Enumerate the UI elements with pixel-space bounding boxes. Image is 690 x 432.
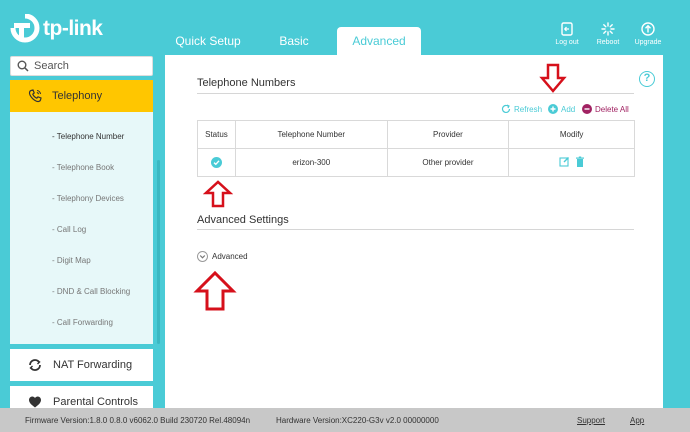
logout-label: Log out	[555, 39, 579, 46]
help-button[interactable]: ?	[639, 71, 655, 87]
sidebar-item-nat-forwarding[interactable]: NAT Forwarding	[10, 349, 153, 381]
sidebar-item-telephony-label: Telephony	[52, 90, 103, 102]
submenu-digit-map[interactable]: - Digit Map	[52, 256, 91, 265]
delete-all-button[interactable]: Delete All	[582, 103, 629, 115]
refresh-button[interactable]: Refresh	[501, 103, 542, 115]
status-cell	[197, 148, 236, 177]
submenu-telephone-book[interactable]: - Telephone Book	[52, 163, 114, 172]
advanced-toggle[interactable]: Advanced	[197, 251, 248, 262]
trash-icon[interactable]	[575, 156, 585, 167]
section-divider	[197, 229, 634, 230]
upgrade-button[interactable]: Upgrade	[634, 22, 662, 46]
support-link[interactable]: Support	[577, 416, 605, 425]
top-actions: Log out Reboot Upgrade	[552, 22, 662, 46]
delete-all-icon	[582, 104, 592, 114]
add-button[interactable]: Add	[548, 103, 575, 115]
telephone-numbers-title: Telephone Numbers	[197, 77, 296, 89]
column-header-status: Status	[197, 120, 236, 149]
table-header-row: Status Telephone Number Provider Modify	[197, 120, 635, 149]
sidebar-item-parental-controls-label: Parental Controls	[53, 396, 138, 408]
telephone-number-cell: erizon-300	[234, 148, 388, 177]
column-header-telephone-number: Telephone Number	[234, 120, 388, 149]
parental-controls-icon	[29, 396, 41, 408]
firmware-version: Firmware Version:1.8.0 0.8.0 v6062.0 Bui…	[25, 416, 251, 425]
reboot-button[interactable]: Reboot	[594, 22, 622, 46]
submenu-call-log[interactable]: - Call Log	[52, 225, 86, 234]
annotation-arrow-up-icon	[203, 180, 233, 208]
column-header-modify: Modify	[508, 120, 635, 149]
advanced-toggle-label: Advanced	[212, 252, 248, 261]
tab-quick-setup[interactable]: Quick Setup	[165, 27, 251, 55]
sidebar-item-nat-forwarding-label: NAT Forwarding	[53, 359, 133, 371]
brand-logo: tp-link	[10, 13, 103, 44]
add-icon	[548, 104, 558, 114]
logout-icon	[561, 22, 573, 36]
annotation-arrow-up-icon	[193, 270, 237, 311]
search-box[interactable]	[10, 56, 153, 76]
tab-basic[interactable]: Basic	[251, 27, 337, 55]
status-enabled-icon[interactable]	[210, 157, 222, 168]
search-icon	[17, 60, 29, 72]
tp-link-logo-icon	[10, 13, 40, 44]
app-link[interactable]: App	[630, 416, 644, 425]
sidebar-scrollbar-thumb[interactable]	[157, 160, 160, 344]
reboot-label: Reboot	[596, 39, 620, 46]
logout-button[interactable]: Log out	[552, 22, 582, 46]
hardware-version: Hardware Version:XC220-G3v v2.0 00000000	[276, 416, 439, 425]
tab-advanced[interactable]: Advanced	[337, 27, 421, 55]
annotation-arrow-down-icon	[539, 63, 567, 93]
main-tabs: Quick Setup Basic Advanced	[165, 27, 421, 55]
telephony-submenu: - Telephone Number - Telephone Book - Te…	[10, 112, 153, 344]
reboot-icon	[601, 22, 615, 36]
modify-cell	[508, 148, 635, 177]
footer-bar: Firmware Version:1.8.0 0.8.0 v6062.0 Bui…	[0, 408, 690, 432]
chevron-down-icon	[197, 251, 208, 262]
submenu-call-forwarding[interactable]: - Call Forwarding	[52, 318, 113, 327]
upgrade-label: Upgrade	[634, 39, 662, 46]
refresh-label: Refresh	[514, 104, 543, 114]
upgrade-icon	[641, 22, 655, 36]
submenu-dnd-call-blocking[interactable]: - DND & Call Blocking	[52, 287, 130, 296]
nat-forwarding-icon	[29, 359, 41, 371]
edit-icon[interactable]	[559, 156, 570, 167]
provider-cell: Other provider	[386, 148, 510, 177]
table-row: erizon-300 Other provider	[197, 148, 635, 177]
advanced-settings-title: Advanced Settings	[197, 214, 289, 226]
submenu-telephony-devices[interactable]: - Telephony Devices	[52, 194, 124, 203]
telephone-numbers-table: Status Telephone Number Provider Modify …	[197, 120, 635, 177]
column-header-provider: Provider	[386, 120, 510, 149]
delete-all-label: Delete All	[595, 104, 629, 114]
sidebar-item-telephony[interactable]: Telephony	[10, 80, 153, 112]
top-header: tp-link Quick Setup Basic Advanced Log o…	[0, 0, 690, 55]
brand-name: tp-link	[43, 17, 103, 40]
section-divider	[197, 93, 634, 94]
submenu-telephone-number[interactable]: - Telephone Number	[52, 132, 124, 141]
phone-icon	[28, 89, 42, 103]
add-label: Add	[561, 104, 576, 114]
search-input[interactable]	[34, 60, 144, 72]
refresh-icon	[501, 104, 511, 114]
